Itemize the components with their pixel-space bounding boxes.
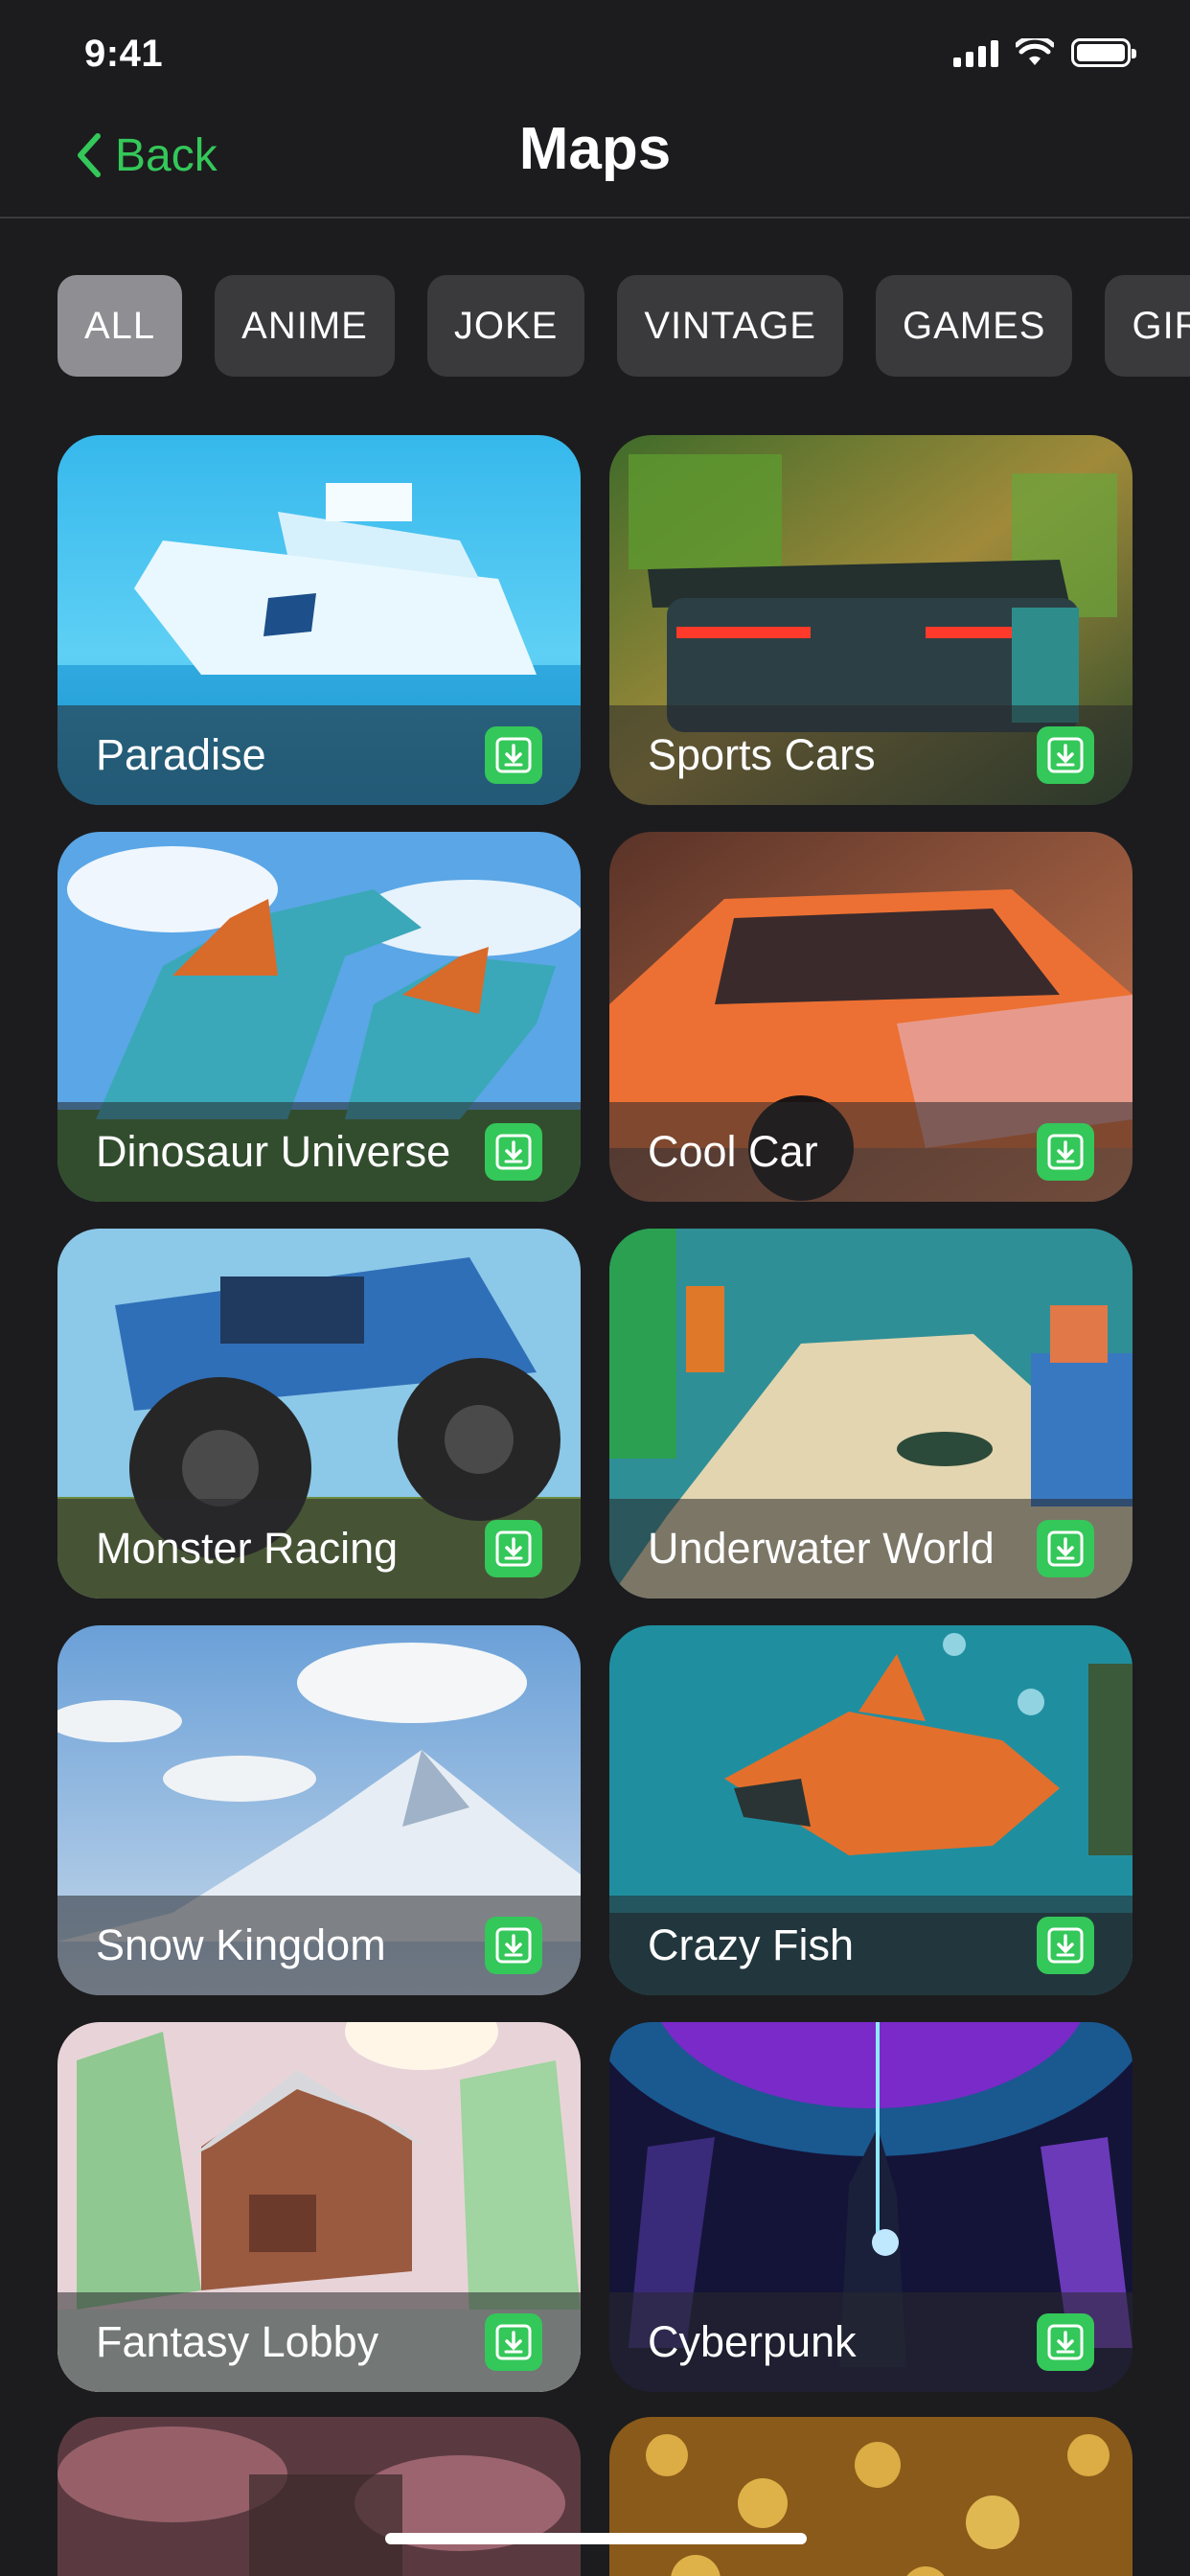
download-icon <box>495 1927 532 1964</box>
download-button[interactable] <box>1037 1123 1094 1181</box>
filter-chip-girls[interactable]: GIRLS <box>1105 275 1190 377</box>
download-icon <box>495 2324 532 2360</box>
filter-chip-vintage[interactable]: VINTAGE <box>617 275 843 377</box>
download-icon <box>1047 1530 1084 1567</box>
map-card-partial[interactable] <box>609 2417 1133 2576</box>
wifi-icon <box>1016 38 1054 65</box>
map-card-monster-racing[interactable]: Monster Racing <box>57 1229 581 1598</box>
map-title: Paradise <box>96 730 266 779</box>
map-title: Crazy Fish <box>648 1920 855 1969</box>
filter-chip-anime[interactable]: ANIME <box>215 275 395 377</box>
map-title: Cyberpunk <box>648 2317 857 2366</box>
maps-screen: 9:41 Back Maps ALL ANIME JOKE VINTAGE GA… <box>0 0 1190 2576</box>
category-filter-bar: ALL ANIME JOKE VINTAGE GAMES GIRLS <box>57 275 1190 377</box>
download-icon <box>1047 1134 1084 1170</box>
map-card-partial[interactable] <box>57 2417 581 2576</box>
map-card-dinosaur-universe[interactable]: Dinosaur Universe <box>57 832 581 1202</box>
map-title: Sports Cars <box>648 730 876 779</box>
map-card-underwater-world[interactable]: Underwater World <box>609 1229 1133 1598</box>
map-card-cyberpunk[interactable]: Cyberpunk <box>609 2022 1133 2392</box>
map-card-crazy-fish[interactable]: Crazy Fish <box>609 1625 1133 1995</box>
download-icon <box>495 1530 532 1567</box>
download-icon <box>1047 2324 1084 2360</box>
map-card-sports-cars[interactable]: Sports Cars <box>609 435 1133 805</box>
status-bar: 9:41 <box>0 0 1190 115</box>
map-title: Fantasy Lobby <box>96 2317 379 2366</box>
download-icon <box>1047 737 1084 773</box>
maps-grid: Paradise Sports Cars Dinosaur Universe C… <box>57 435 1133 2392</box>
filter-chip-games[interactable]: GAMES <box>875 275 1073 377</box>
download-button[interactable] <box>1037 1917 1094 1974</box>
filter-chip-all[interactable]: ALL <box>57 275 183 377</box>
map-thumbnail-partial <box>57 2417 581 2576</box>
download-icon <box>495 1134 532 1170</box>
home-indicator[interactable] <box>385 2533 807 2544</box>
map-title: Underwater World <box>648 1524 995 1573</box>
map-card-cool-car[interactable]: Cool Car <box>609 832 1133 1202</box>
download-button[interactable] <box>485 2313 542 2371</box>
download-button[interactable] <box>1037 726 1094 784</box>
page-title: Maps <box>518 116 672 182</box>
map-card-snow-kingdom[interactable]: Snow Kingdom <box>57 1625 581 1995</box>
maps-grid-next-row <box>57 2417 1133 2576</box>
map-title: Monster Racing <box>96 1524 399 1573</box>
download-button[interactable] <box>485 726 542 784</box>
status-icons <box>953 38 1136 67</box>
download-icon <box>1047 1927 1084 1964</box>
map-title: Snow Kingdom <box>96 1920 386 1969</box>
cellular-signal-icon <box>953 38 998 67</box>
navigation-bar: Back Maps <box>0 105 1190 218</box>
map-card-fantasy-lobby[interactable]: Fantasy Lobby <box>57 2022 581 2392</box>
status-time: 9:41 <box>84 33 164 75</box>
map-title: Cool Car <box>648 1127 818 1176</box>
download-button[interactable] <box>485 1520 542 1577</box>
download-button[interactable] <box>1037 1520 1094 1577</box>
battery-icon <box>1071 38 1136 67</box>
map-title: Dinosaur Universe <box>96 1127 451 1176</box>
download-icon <box>495 737 532 773</box>
map-card-paradise[interactable]: Paradise <box>57 435 581 805</box>
filter-chip-joke[interactable]: JOKE <box>426 275 585 377</box>
download-button[interactable] <box>485 1917 542 1974</box>
download-button[interactable] <box>1037 2313 1094 2371</box>
map-thumbnail-partial <box>609 2417 1133 2576</box>
download-button[interactable] <box>485 1123 542 1181</box>
